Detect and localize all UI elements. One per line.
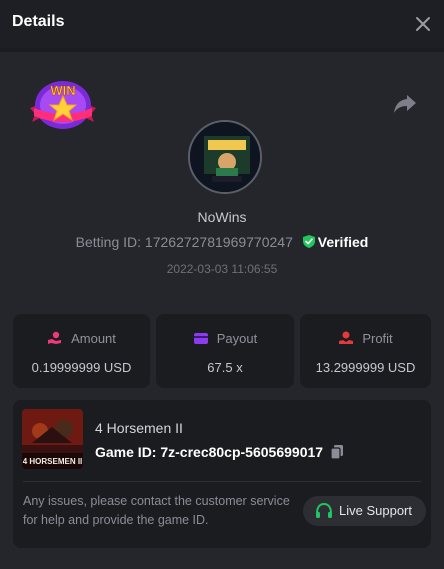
stat-amount-label: Amount [71,331,116,346]
support-message: Any issues, please contact the customer … [23,494,290,527]
win-badge-icon: WIN [30,81,96,129]
stat-payout-value: 67.5 x [207,360,243,375]
stat-amount-value: 0.19999999 USD [31,360,132,375]
stat-profit: Profit 13.2999999 USD [300,314,431,388]
payout-icon [193,333,208,344]
headset-icon [316,502,332,518]
stat-payout-label: Payout [216,331,258,346]
game-id-label: Game ID: [95,444,157,460]
game-id: Game ID: 7z-crec80cp-5605699017 [95,444,345,460]
verified-label: Verified [317,234,369,250]
bet-timestamp: 2022-03-03 11:06:55 [166,262,278,276]
betting-id-line: Betting ID: 1726272781969770247 Verified [0,234,444,250]
username: NoWins [197,209,247,225]
svg-text:WIN: WIN [50,83,75,98]
betting-id-value: 1726272781969770247 [144,234,293,250]
profit-icon [339,331,354,344]
game-card: 4 HORSEMEN II 4 Horsemen II Game ID: 7z-… [13,400,431,548]
stat-amount: Amount 0.19999999 USD [13,314,150,388]
divider [23,481,421,482]
live-support-button[interactable]: Live Support [303,496,426,526]
stat-profit-label: Profit [362,331,393,346]
copy-icon[interactable] [329,444,345,460]
verified-shield-icon [302,235,315,248]
live-support-label: Live Support [339,503,412,518]
modal-header: Details [0,0,444,48]
game-name[interactable]: 4 Horsemen II [95,420,183,436]
game-thumbnail-text: 4 HORSEMEN II [23,457,83,466]
close-icon[interactable] [412,13,434,35]
modal-title: Details [12,13,65,30]
stat-payout: Payout 67.5 x [156,314,294,388]
share-icon[interactable] [393,93,417,115]
amount-icon [48,331,62,344]
avatar [188,120,262,194]
game-id-value: 7z-crec80cp-5605699017 [160,444,324,460]
stat-profit-value: 13.2999999 USD [315,360,416,375]
betting-id-label: Betting ID: [75,234,142,250]
game-thumbnail[interactable]: 4 HORSEMEN II [22,409,83,469]
